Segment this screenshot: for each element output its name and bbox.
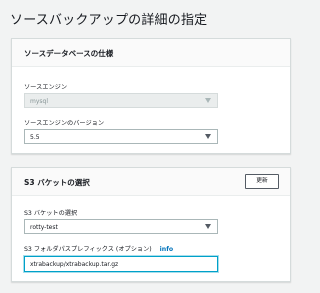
s3-bucket-panel: S3 バケットの選択 更新 S3 バケットの選択 rotty-test S3 フ…: [11, 167, 291, 282]
s3-bucket-select[interactable]: rotty-test: [24, 219, 218, 234]
s3-bucket-label: S3 バケットの選択: [24, 210, 78, 217]
chevron-down-icon: [205, 134, 211, 139]
chevron-down-icon: [205, 98, 211, 103]
source-engine-value: mysql: [30, 98, 48, 105]
s3-bucket-value: rotty-test: [30, 224, 58, 231]
source-engine-version-value: 5.5: [30, 134, 40, 141]
s3-bucket-panel-header: S3 バケットの選択 更新: [12, 168, 290, 196]
source-engine-label: ソースエンジン: [24, 84, 68, 91]
source-engine-version-label: ソースエンジンのバージョン: [24, 120, 105, 127]
info-link[interactable]: info: [160, 246, 173, 253]
s3-prefix-label: S3 フォルダパスプレフィックス (オプション): [24, 246, 152, 253]
refresh-button[interactable]: 更新: [245, 174, 279, 189]
source-engine-select[interactable]: mysql: [24, 93, 218, 108]
source-engine-version-select[interactable]: 5.5: [24, 129, 218, 144]
s3-bucket-panel-title: S3 バケットの選択: [24, 178, 90, 187]
chevron-down-icon: [205, 224, 211, 229]
source-db-panel: ソースデータベースの仕様 ソースエンジン mysql ソースエンジンのバージョン…: [11, 38, 291, 154]
page-title: ソースバックアップの詳細の指定: [10, 13, 208, 28]
source-db-panel-header: ソースデータベースの仕様: [12, 39, 290, 67]
s3-prefix-label-row: S3 フォルダパスプレフィックス (オプション) info: [24, 244, 173, 253]
s3-prefix-input[interactable]: [24, 256, 218, 272]
